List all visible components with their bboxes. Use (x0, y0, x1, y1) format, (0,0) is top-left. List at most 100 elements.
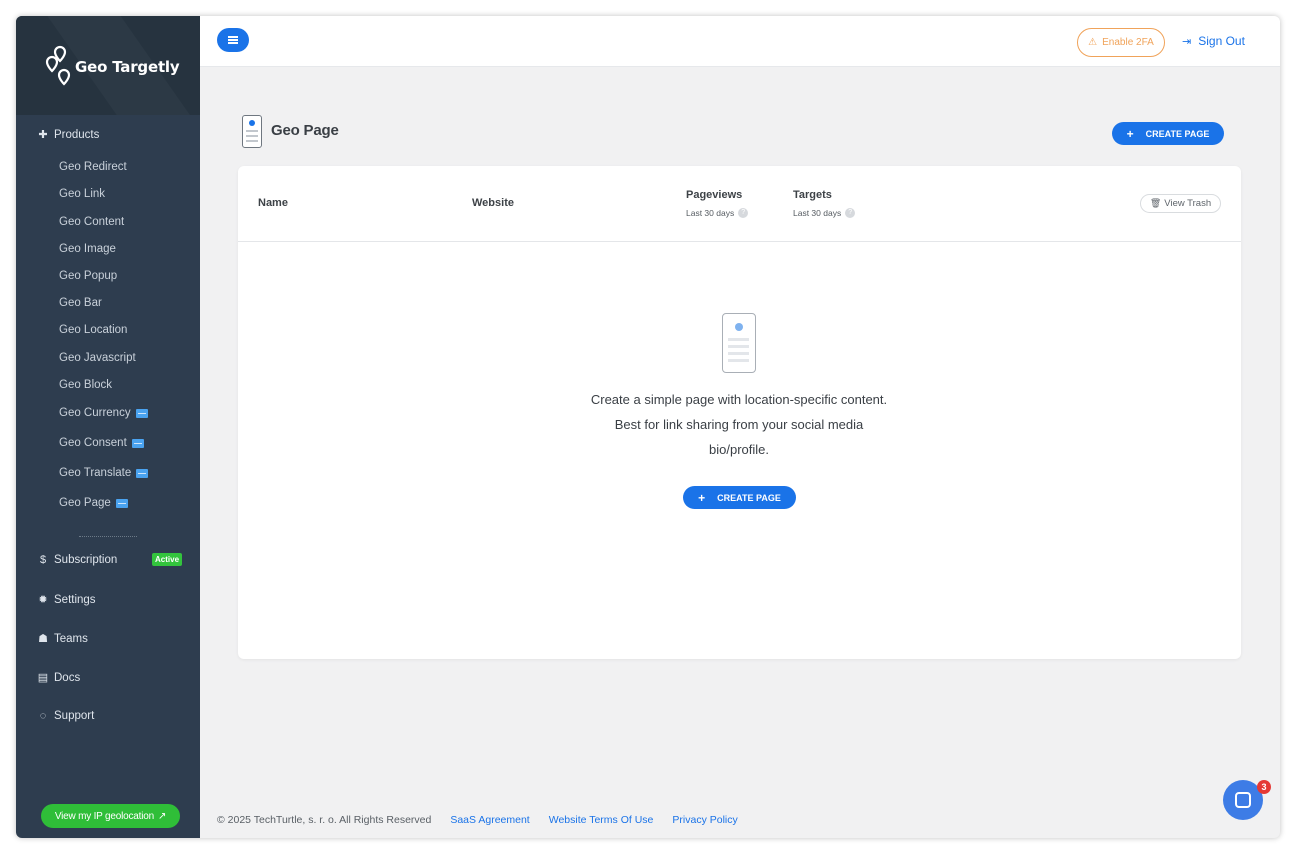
column-header-targets[interactable]: Targets (793, 189, 832, 201)
plus-icon: + (1126, 126, 1134, 141)
view-trash-button[interactable]: 🗑 View Trash (1140, 194, 1221, 213)
sidebar-item-geo-location[interactable]: Geo Location (59, 324, 127, 336)
sidebar-item-geo-redirect[interactable]: Geo Redirect (59, 161, 127, 173)
sidebar-item-label: Geo Location (59, 324, 128, 336)
hamburger-icon (228, 39, 238, 41)
column-header-name[interactable]: Name (258, 197, 288, 209)
sidebar-item-label: Geo Consent (59, 437, 127, 449)
pageviews-period: Last 30 days ? (686, 208, 749, 218)
warning-icon: ⚠ (1088, 37, 1098, 48)
column-header-pageviews[interactable]: Pageviews (686, 189, 742, 201)
sidebar: Geo Targetly ✚ Products Geo Redirect Geo… (16, 16, 200, 838)
sidebar-item-label: Geo Link (59, 188, 106, 200)
enable-2fa-button[interactable]: ⚠ Enable 2FA (1077, 28, 1165, 57)
sidebar-item-label: Teams (54, 632, 88, 645)
sidebar-item-geo-popup[interactable]: Geo Popup (59, 270, 117, 282)
sidebar-item-label: Geo Image (59, 243, 116, 255)
sidebar-item-label: Geo Javascript (59, 352, 136, 364)
logo-area: Geo Targetly (16, 16, 200, 115)
empty-state-line: Best for link sharing from your social m… (614, 417, 864, 432)
help-icon[interactable]: ? (845, 208, 856, 218)
saas-agreement-link[interactable]: SaaS Agreement (450, 814, 529, 826)
new-badge-icon (115, 498, 128, 508)
sidebar-item-label: Geo Block (59, 379, 113, 391)
sign-out-button[interactable]: ⇥ Sign Out (1182, 34, 1245, 48)
button-label: CREATE PAGE (1145, 128, 1210, 139)
sidebar-item-geo-currency[interactable]: Geo Currency (59, 407, 148, 419)
sign-out-icon: ⇥ (1182, 35, 1192, 48)
sidebar-item-geo-bar[interactable]: Geo Bar (59, 297, 102, 309)
page-title: Geo Page (271, 122, 339, 139)
notification-count-badge: 3 (1257, 780, 1271, 794)
sidebar-item-docs[interactable]: ▤ Docs (36, 671, 81, 685)
plus-icon: ✚ (38, 129, 48, 141)
users-icon: ☗ (38, 633, 48, 645)
sidebar-item-products[interactable]: ✚ Products (36, 128, 100, 142)
new-badge-icon (135, 408, 148, 418)
sidebar-item-geo-link[interactable]: Geo Link (59, 188, 105, 200)
new-badge-icon (136, 468, 149, 478)
sidebar-item-teams[interactable]: ☗ Teams (36, 632, 88, 646)
sidebar-item-geo-page[interactable]: Geo Page (59, 497, 128, 509)
location-pins-icon (45, 45, 71, 86)
website-terms-link[interactable]: Website Terms Of Use (549, 814, 654, 826)
phone-page-icon (242, 115, 262, 148)
privacy-policy-link[interactable]: Privacy Policy (672, 814, 737, 826)
button-label: CREATE PAGE (717, 492, 781, 503)
external-link-icon: ↗ (158, 810, 167, 822)
sidebar-divider (79, 536, 137, 537)
sidebar-item-label: Support (54, 710, 95, 722)
view-ip-geolocation-button[interactable]: View my IP geolocation ↗ (41, 804, 180, 828)
phone-page-icon (722, 313, 756, 373)
brand-name: Geo Targetly (75, 58, 180, 76)
book-icon: ▤ (37, 672, 49, 684)
sidebar-item-label: Geo Content (59, 216, 125, 228)
dollar-icon: $ (39, 554, 47, 566)
sidebar-item-label: Subscription (54, 554, 118, 566)
empty-state-message: Create a simple page with location-speci… (539, 387, 939, 462)
topbar: ⚠ Enable 2FA ⇥ Sign Out (200, 16, 1280, 67)
sidebar-item-subscription[interactable]: $ Subscription (36, 554, 117, 566)
sidebar-item-geo-translate[interactable]: Geo Translate (59, 467, 149, 479)
button-label: Enable 2FA (1102, 37, 1154, 48)
sidebar-item-geo-block[interactable]: Geo Block (59, 379, 112, 391)
chat-icon (1235, 792, 1251, 808)
status-badge: Active (152, 553, 183, 566)
sidebar-item-label: Geo Popup (59, 270, 118, 282)
targets-period: Last 30 days ? (793, 208, 856, 218)
menu-toggle-button[interactable] (217, 28, 249, 52)
button-label: View my IP geolocation (54, 810, 154, 822)
sidebar-item-geo-javascript[interactable]: Geo Javascript (59, 352, 136, 364)
trash-icon: 🗑 (1149, 198, 1162, 208)
sidebar-item-label: Geo Bar (59, 297, 102, 309)
button-label: Sign Out (1198, 34, 1245, 48)
sidebar-item-label: Geo Page (59, 497, 111, 509)
button-label: View Trash (1164, 198, 1212, 209)
sidebar-item-geo-image[interactable]: Geo Image (59, 243, 116, 255)
sidebar-item-support[interactable]: ◌ Support (36, 710, 95, 722)
sidebar-item-label: Docs (54, 671, 81, 684)
create-page-button[interactable]: + CREATE PAGE (1112, 122, 1224, 145)
gear-icon: ✹ (38, 594, 48, 606)
column-header-website[interactable]: Website (472, 197, 514, 209)
create-page-empty-button[interactable]: + CREATE PAGE (683, 486, 796, 509)
sidebar-item-label: Geo Currency (59, 407, 131, 419)
sidebar-item-label: Settings (54, 593, 96, 606)
help-icon[interactable]: ? (738, 208, 749, 218)
footer: © 2025 TechTurtle, s. r. o. All Rights R… (217, 814, 738, 826)
app-window: Geo Targetly ✚ Products Geo Redirect Geo… (16, 16, 1280, 838)
sidebar-item-label: Geo Translate (59, 467, 132, 479)
brand-logo[interactable]: Geo Targetly (44, 44, 180, 88)
sidebar-item-label: Geo Redirect (59, 161, 127, 173)
chat-bubble-icon: ◌ (39, 710, 47, 722)
sidebar-item-label: Products (54, 128, 100, 141)
period-label: Last 30 days (686, 208, 735, 218)
new-badge-icon (131, 438, 144, 448)
sidebar-item-geo-content[interactable]: Geo Content (59, 216, 124, 228)
copyright-text: © 2025 TechTurtle, s. r. o. All Rights R… (217, 814, 432, 826)
period-label: Last 30 days (793, 208, 842, 218)
sidebar-item-geo-consent[interactable]: Geo Consent (59, 437, 144, 449)
empty-state-line: bio/profile. (709, 442, 769, 457)
sidebar-item-settings[interactable]: ✹ Settings (36, 593, 96, 607)
pages-table-card: Name Website Pageviews Last 30 days ? Ta… (238, 166, 1241, 659)
